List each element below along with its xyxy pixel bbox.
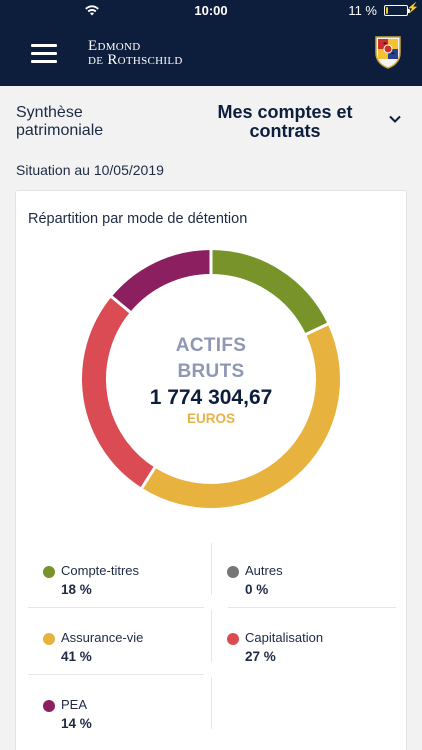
battery-level-fill xyxy=(386,7,389,14)
legend-name: Assurance-vie xyxy=(61,630,144,645)
legend-dot xyxy=(227,566,239,578)
situation-date: Situation au 10/05/2019 xyxy=(16,162,164,178)
allocation-card: Répartition par mode de détention ACTIFS… xyxy=(15,190,407,750)
legend-percent: 14 % xyxy=(61,716,92,731)
legend-divider-horizontal xyxy=(228,607,396,608)
legend-name: Autres xyxy=(245,563,283,578)
crest-icon[interactable] xyxy=(374,35,402,69)
legend-item-autres: Autres 0 % xyxy=(207,548,382,604)
legend-dot xyxy=(43,700,55,712)
battery-icon xyxy=(384,5,410,16)
menu-button[interactable] xyxy=(31,42,57,64)
brand-line-2: de Rothschild xyxy=(88,52,183,68)
center-label: ACTIFS BRUTS xyxy=(80,333,342,385)
charging-bolt-icon: ⚡ xyxy=(406,3,419,14)
app-header: Edmond de Rothschild xyxy=(0,20,422,86)
section-label: Synthèse patrimoniale xyxy=(16,104,104,139)
legend-percent: 41 % xyxy=(61,649,92,664)
chevron-down-icon[interactable] xyxy=(389,115,401,123)
legend-item-capitalisation: Capitalisation 27 % xyxy=(207,615,382,671)
legend-name: Compte-titres xyxy=(61,563,140,578)
battery-percent: 11 % xyxy=(348,3,377,18)
legend-divider-vertical xyxy=(211,677,212,729)
legend-divider-vertical xyxy=(211,543,212,595)
legend-item-pea: PEA 14 % xyxy=(23,682,198,738)
legend-percent: 18 % xyxy=(61,582,92,597)
brand-line-1: Edmond xyxy=(88,38,141,54)
donut-center: ACTIFS BRUTS 1 774 304,67 EUROS xyxy=(80,248,342,510)
brand-logo: Edmond de Rothschild xyxy=(88,38,183,68)
card-title: Répartition par mode de détention xyxy=(28,211,248,227)
total-value: 1 774 304,67 xyxy=(149,386,273,409)
legend-dot xyxy=(43,566,55,578)
legend-name: PEA xyxy=(61,697,88,712)
legend-dot xyxy=(227,633,239,645)
legend-item-compte-titres: Compte-titres 18 % xyxy=(23,548,198,604)
legend-dot xyxy=(43,633,55,645)
center-label-line-1: ACTIFS xyxy=(175,335,247,356)
status-bar: 10:00 11 % ⚡ xyxy=(0,0,422,20)
legend-item-assurance-vie: Assurance-vie 41 % xyxy=(23,615,198,671)
legend-divider-horizontal xyxy=(28,674,204,675)
account-selector[interactable]: Mes comptes et contrats xyxy=(190,103,380,141)
total-currency: EUROS xyxy=(186,411,235,426)
legend-percent: 0 % xyxy=(245,582,269,597)
center-label-line-2: BRUTS xyxy=(177,361,245,382)
legend-percent: 27 % xyxy=(245,649,276,664)
legend-divider-horizontal xyxy=(28,607,204,608)
legend-divider-vertical xyxy=(211,610,212,662)
legend-name: Capitalisation xyxy=(245,630,324,645)
